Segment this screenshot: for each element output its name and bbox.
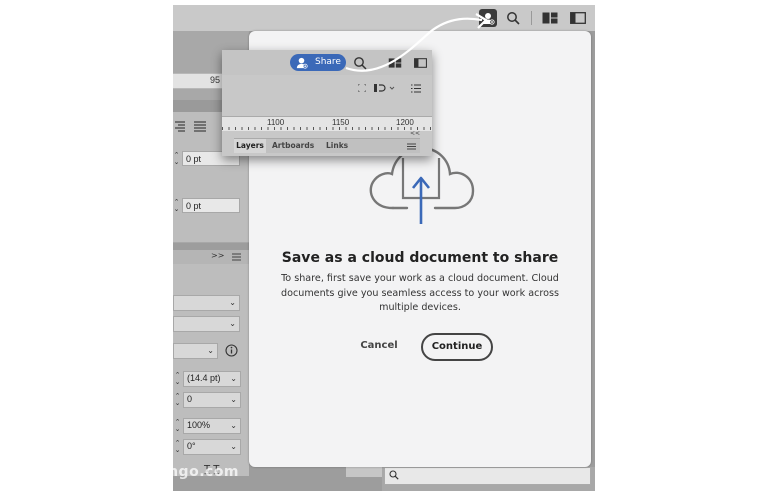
- ruler-tick-1200: 1200: [396, 118, 414, 127]
- panel-menu-icon[interactable]: [407, 143, 416, 150]
- character-panel: ⌄ ⌄ ⌄ ⌃ ⌄ (14.4 pt) ⌄ ⌃ ⌄ 0 ⌄ ⌃ ⌄ 100% ⌄ ⌃ ⌄ 0°…: [173, 264, 249, 476]
- dialog-message: To share, first save your work as a clou…: [281, 273, 559, 313]
- leading-stepper[interactable]: ⌃ ⌄: [174, 372, 181, 386]
- share-label: Share: [315, 57, 341, 67]
- space-after-field[interactable]: 0 pt: [182, 198, 240, 213]
- callout-arrow: [345, 13, 488, 72]
- chevron-down-icon: ⌄: [230, 442, 237, 451]
- chevron-down-icon: ⌄: [229, 319, 236, 328]
- font-style-dropdown[interactable]: ⌄: [173, 316, 240, 332]
- tracking-value: 0: [187, 394, 193, 404]
- list-icon[interactable]: [411, 84, 421, 93]
- fit-icon[interactable]: [358, 84, 366, 92]
- chevron-down-icon: ⌄: [207, 346, 214, 355]
- ruler-ticks: [222, 127, 432, 130]
- continue-button[interactable]: Continue: [421, 333, 493, 361]
- rotation-value: 0°: [187, 441, 196, 451]
- tab-layers[interactable]: Layers: [234, 139, 266, 153]
- align-right-icon[interactable]: [175, 121, 185, 133]
- bottom-right-panel: [382, 467, 595, 491]
- justify-icon[interactable]: [194, 121, 206, 133]
- font-size-dropdown[interactable]: ⌄: [173, 343, 218, 359]
- panel-menu-icon[interactable]: [232, 253, 241, 261]
- dialog-title: Save as a cloud document to share: [281, 250, 559, 266]
- toolbar-divider: [531, 11, 532, 25]
- space-after-stepper[interactable]: ⌃ ⌄: [173, 199, 180, 213]
- panel-tab-bar: Layers Artboards Links: [234, 138, 420, 153]
- tracking-dropdown[interactable]: 0 ⌄: [183, 392, 241, 408]
- search-icon: [389, 470, 399, 480]
- callout-collapse-button[interactable]: <<: [410, 130, 420, 137]
- share-button[interactable]: Share: [290, 54, 346, 71]
- tracking-stepper[interactable]: ⌃ ⌄: [174, 393, 181, 407]
- scale-value: 100%: [187, 420, 211, 430]
- character-panel-header: >>: [173, 250, 249, 264]
- rotation-dropdown[interactable]: 0° ⌄: [183, 439, 241, 455]
- share-account-icon: [296, 57, 308, 69]
- scale-dropdown[interactable]: 100% ⌄: [183, 418, 241, 434]
- chevron-down-icon: ⌄: [230, 374, 237, 383]
- chevron-down-icon: ⌄: [230, 421, 237, 430]
- tab-artboards[interactable]: Artboards: [272, 139, 314, 153]
- snap-dropdown-icon[interactable]: [374, 83, 396, 93]
- indent-stepper[interactable]: ⌃ ⌄: [173, 152, 180, 166]
- chevron-down-icon: ⌄: [230, 395, 237, 404]
- callout-ruler: 1100 1150 1200: [222, 116, 432, 131]
- info-icon[interactable]: [225, 344, 238, 357]
- arrange-panels-icon[interactable]: [541, 9, 559, 27]
- panel-toggle-icon[interactable]: [569, 9, 587, 27]
- layers-search-input[interactable]: [384, 467, 591, 485]
- status-strip: [346, 467, 382, 477]
- scale-stepper[interactable]: ⌃ ⌄: [174, 419, 181, 433]
- chevron-down-icon: ⌄: [229, 298, 236, 307]
- leading-value: (14.4 pt): [187, 373, 221, 383]
- search-icon[interactable]: [504, 9, 522, 27]
- character-panel-collapse[interactable]: >>: [211, 251, 224, 260]
- rotation-stepper[interactable]: ⌃ ⌄: [174, 440, 181, 454]
- ruler-tick-1150: 1150: [332, 118, 350, 127]
- ruler-tick-label: 95: [210, 75, 221, 85]
- leading-dropdown[interactable]: (14.4 pt) ⌄: [183, 371, 241, 387]
- ruler-tick-1100: 1100: [267, 118, 285, 127]
- cancel-button[interactable]: Cancel: [349, 334, 409, 358]
- font-family-dropdown[interactable]: ⌄: [173, 295, 240, 311]
- tab-links[interactable]: Links: [326, 139, 348, 153]
- watermark: ColorMango.com: [100, 464, 240, 480]
